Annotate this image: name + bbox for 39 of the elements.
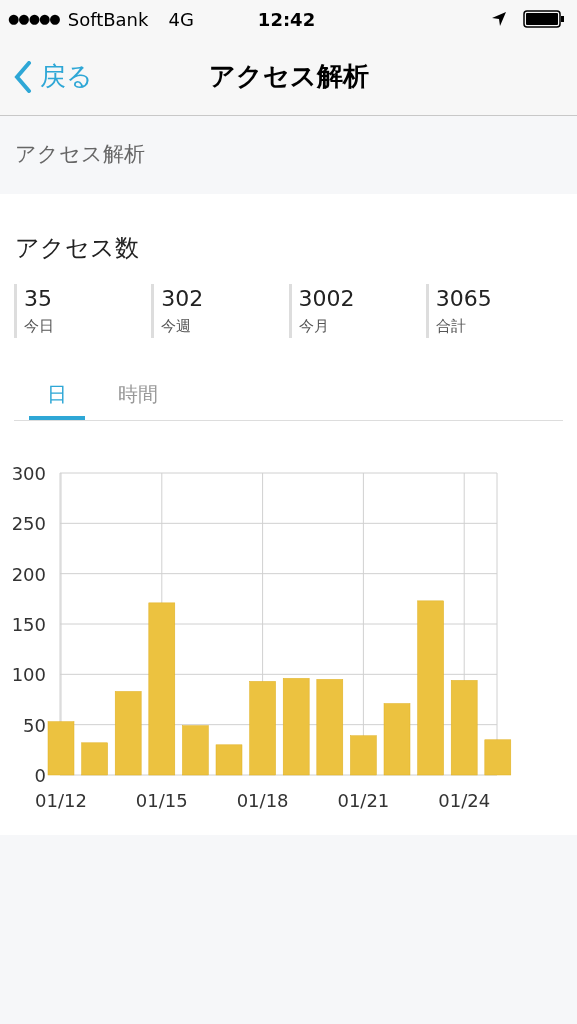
back-button[interactable]: 戻る: [14, 57, 93, 96]
x-axis-label: 01/21: [337, 790, 390, 811]
signal-dots: ●●●●●: [8, 10, 60, 29]
stat-value: 3002: [298, 285, 356, 313]
stat-value: 302: [161, 285, 205, 313]
y-axis-label: 300: [11, 463, 46, 484]
location-arrow-icon: [491, 11, 507, 27]
network-type: 4G: [168, 7, 194, 32]
nav-title: アクセス解析: [208, 60, 369, 93]
chart-bar: [215, 744, 243, 776]
chevron-left-icon: [14, 60, 32, 93]
y-axis-label: 100: [11, 664, 46, 686]
y-axis-label: 200: [11, 563, 46, 585]
chart-tab[interactable]: 時間: [100, 372, 176, 420]
y-axis-label: 50: [23, 714, 46, 736]
y-axis-label: 250: [11, 513, 46, 535]
stat-label: 今日: [24, 316, 55, 337]
stat-value: 35: [24, 285, 53, 313]
x-axis-label: 01/15: [135, 790, 188, 811]
x-axis-label: 01/18: [236, 790, 289, 811]
carrier-name: SoftBank: [67, 7, 149, 32]
chart-bar: [182, 725, 209, 776]
chart-bar: [350, 735, 377, 776]
x-axis-label: 01/24: [438, 790, 491, 811]
chart-bar: [47, 721, 75, 776]
y-axis-label: 150: [11, 614, 46, 635]
chart-bar: [484, 739, 512, 776]
stat-label: 合計: [435, 316, 467, 337]
stat-value: 3065: [435, 285, 493, 313]
battery-icon: [523, 10, 565, 28]
chart-tab[interactable]: 日: [29, 372, 85, 420]
x-axis-label: 01/12: [35, 790, 87, 811]
stat-label: 今月: [298, 316, 330, 337]
status-time: 12:42: [257, 7, 316, 32]
stat-label: 今週: [161, 316, 193, 337]
card-title: アクセス数: [14, 233, 140, 264]
y-axis-label: 0: [34, 765, 46, 786]
section-header: アクセス解析: [15, 141, 145, 169]
chart-bar: [81, 742, 108, 776]
